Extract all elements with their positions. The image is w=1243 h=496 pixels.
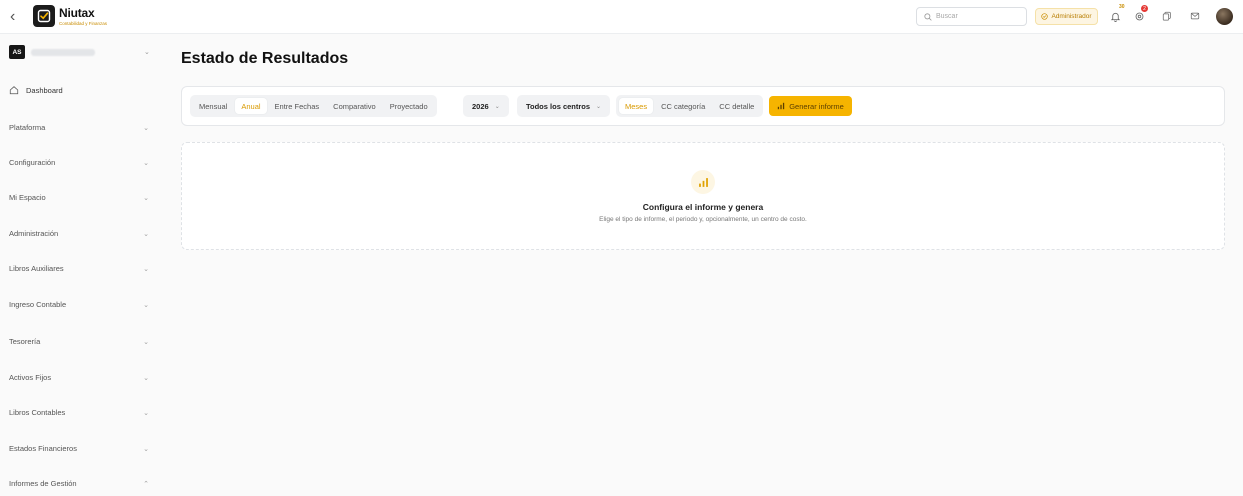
sidebar-item-activos-fijos[interactable]: Activos Fijos ⌄	[9, 373, 149, 382]
role-badge[interactable]: Administrador	[1035, 8, 1098, 25]
mail-icon	[1190, 12, 1200, 20]
brand-tagline: Contabilidad y Finanzas	[59, 21, 108, 26]
chevron-down-icon: ⌄	[143, 159, 149, 167]
chevron-up-icon: ⌃	[143, 480, 149, 488]
sidebar-item-configuracion[interactable]: Configuración ⌄	[9, 158, 149, 167]
chevron-down-icon: ⌄	[143, 194, 149, 202]
chevron-down-icon: ⌄	[143, 445, 149, 453]
shield-icon	[1041, 13, 1049, 20]
sidebar-item-ingreso-contable[interactable]: Ingreso Contable ⌄	[9, 300, 149, 309]
cost-center-value: Todos los centros	[526, 101, 591, 111]
tab-comparativo[interactable]: Comparativo	[327, 98, 382, 114]
brand-name: Niutax	[59, 6, 95, 20]
search-icon	[924, 12, 932, 21]
chevron-down-icon: ⌄	[143, 301, 149, 309]
sidebar-item-tesoreria[interactable]: Tesorería ⌄	[9, 337, 149, 346]
page-title: Estado de Resultados	[181, 50, 349, 67]
chevron-down-icon: ⌄	[143, 409, 149, 417]
role-label: Administrador	[1051, 13, 1092, 20]
sidebar-item-plataforma[interactable]: Plataforma ⌄	[9, 123, 149, 132]
chevron-down-icon: ⌄	[596, 103, 602, 110]
niutax-logo-icon	[33, 5, 55, 27]
chevron-down-icon: ⌄	[143, 124, 149, 132]
sidebar-item-label: Dashboard	[26, 85, 63, 95]
chevron-down-icon: ⌄	[143, 338, 149, 346]
chevron-down-icon: ⌄	[143, 230, 149, 238]
year-value: 2026	[472, 101, 489, 111]
tab-anual[interactable]: Anual	[235, 98, 267, 114]
view-tabs: Meses CC categoría CC detalle	[616, 95, 764, 117]
back-chevron-icon[interactable]: ‹	[10, 8, 22, 26]
tab-meses[interactable]: Meses	[619, 98, 654, 114]
org-initials: AS	[9, 45, 25, 59]
bell-icon	[1110, 12, 1120, 22]
tab-mensual[interactable]: Mensual	[193, 98, 233, 114]
cost-center-select[interactable]: Todos los centros ⌄	[517, 95, 611, 117]
sidebar-item-libros-contables[interactable]: Libros Contables ⌄	[9, 408, 149, 417]
sidebar-item-dashboard[interactable]: Dashboard	[9, 85, 63, 95]
search-box[interactable]	[916, 7, 1027, 26]
generate-report-label: Generar informe	[789, 101, 844, 111]
sidebar-item-estados-financieros[interactable]: Estados Financieros ⌄	[9, 444, 149, 453]
chevron-down-icon: ⌄	[143, 374, 149, 382]
user-avatar[interactable]	[1216, 8, 1233, 25]
tab-cc-categoria[interactable]: CC categoría	[655, 98, 711, 114]
search-input[interactable]	[936, 13, 1016, 20]
tab-entre-fechas[interactable]: Entre Fechas	[269, 98, 326, 114]
apps-button[interactable]: 2	[1132, 5, 1148, 23]
grid-gear-icon	[1135, 12, 1143, 20]
sidebar-item-administracion[interactable]: Administración ⌄	[9, 229, 149, 238]
tab-cc-detalle[interactable]: CC detalle	[713, 98, 760, 114]
chevron-down-icon: ⌄	[143, 265, 149, 273]
bar-chart-icon	[777, 102, 785, 110]
home-icon	[9, 86, 19, 95]
copy-icon	[1162, 11, 1171, 21]
chevron-down-icon: ⌄	[494, 103, 500, 110]
sidebar-item-informes-gestion[interactable]: Informes de Gestión ⌃	[9, 479, 149, 488]
notifications-button[interactable]: 30	[1108, 4, 1125, 23]
tab-proyectado[interactable]: Proyectado	[384, 98, 434, 114]
bar-chart-icon	[691, 170, 715, 194]
period-type-tabs: Mensual Anual Entre Fechas Comparativo P…	[190, 95, 437, 117]
filter-toolbar: Mensual Anual Entre Fechas Comparativo P…	[181, 86, 1225, 126]
empty-state-card: Configura el informe y genera Elige el t…	[181, 142, 1225, 250]
sidebar-item-mi-espacio[interactable]: Mi Espacio ⌄	[9, 193, 149, 202]
generate-report-button[interactable]: Generar informe	[769, 96, 852, 116]
sidebar: AS ⌄ Dashboard Plataforma ⌄ Configuración…	[0, 35, 160, 496]
messages-button[interactable]	[1188, 9, 1202, 23]
empty-state-title: Configura el informe y genera	[642, 202, 764, 212]
sidebar-item-libros-auxiliares[interactable]: Libros Auxiliares ⌄	[9, 264, 149, 273]
org-switcher[interactable]: AS	[9, 45, 95, 59]
org-name-redacted	[31, 48, 95, 56]
year-select[interactable]: 2026 ⌄	[463, 95, 509, 117]
notifications-count: 30	[1119, 4, 1125, 10]
chevron-down-icon[interactable]: ⌄	[144, 48, 150, 56]
empty-state-subtitle: Elige el tipo de informe, el periodo y, …	[599, 216, 807, 223]
top-bar: ‹ Niutax Contabilidad y Finanzas Adminis…	[0, 0, 1243, 34]
copy-button[interactable]	[1160, 9, 1174, 23]
apps-count: 2	[1141, 5, 1148, 12]
